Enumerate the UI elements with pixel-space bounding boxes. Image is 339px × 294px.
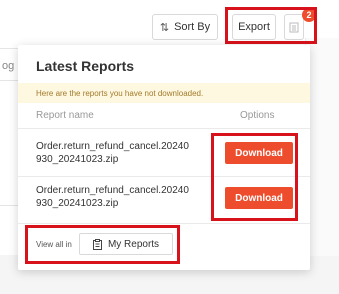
highlight-box	[25, 225, 180, 264]
highlight-box	[225, 7, 317, 44]
partial-column-label: og	[2, 60, 15, 72]
report-file-name: Order.return_refund_cancel.20240 930_202…	[36, 140, 198, 166]
background-column	[305, 38, 339, 256]
column-header-report-name: Report name	[36, 110, 94, 121]
report-file-name-line: Order.return_refund_cancel.20240	[36, 141, 189, 152]
sort-arrows-icon: ⇅	[159, 21, 170, 34]
sort-by-label: Sort By	[174, 21, 211, 33]
report-file-name-line: 930_20241023.zip	[36, 154, 119, 165]
divider	[18, 128, 310, 129]
page: og ⇅ Sort By Export 2 Latest Reports Her…	[0, 0, 339, 294]
sort-by-button[interactable]: ⇅ Sort By	[152, 14, 218, 40]
highlight-box	[211, 133, 298, 221]
report-file-name-line: 930_20241023.zip	[36, 198, 119, 209]
notice-banner: Here are the reports you have not downlo…	[18, 83, 310, 103]
report-file-name-line: Order.return_refund_cancel.20240	[36, 185, 189, 196]
column-header-options: Options	[240, 110, 275, 121]
popover-title: Latest Reports	[36, 58, 135, 74]
report-file-name: Order.return_refund_cancel.20240 930_202…	[36, 184, 198, 210]
divider	[18, 223, 310, 224]
